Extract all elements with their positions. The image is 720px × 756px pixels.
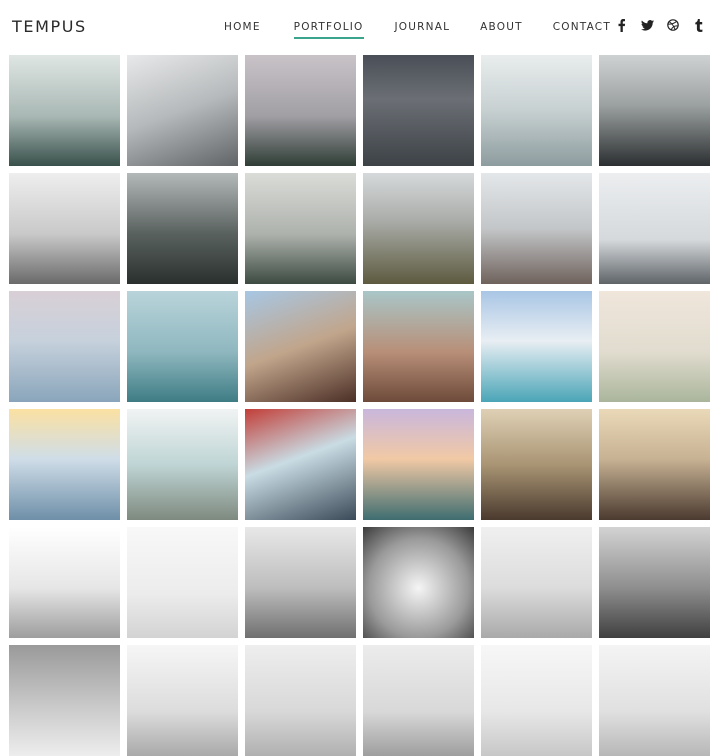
woman-at-sea-photo[interactable]	[9, 291, 120, 402]
frosted-forest-photo[interactable]	[481, 55, 592, 166]
reeds-photo[interactable]	[363, 645, 474, 756]
woman-in-field-photo[interactable]	[363, 291, 474, 402]
woman-reading-map-photo[interactable]	[245, 291, 356, 402]
nav-home[interactable]: HOME	[224, 21, 261, 39]
foggy-treeline-photo[interactable]	[245, 55, 356, 166]
hiker-on-hill-photo[interactable]	[127, 409, 238, 520]
pier-legs-photo[interactable]	[599, 527, 710, 638]
water-poles-photo[interactable]	[245, 527, 356, 638]
swimmer-in-sea-photo[interactable]	[127, 291, 238, 402]
snow-tree-photo[interactable]	[127, 527, 238, 638]
tent-on-moor-photo[interactable]	[363, 173, 474, 284]
tent-view-photo[interactable]	[245, 409, 356, 520]
nav-journal[interactable]: JOURNAL	[395, 21, 451, 39]
woman-with-scarf-photo[interactable]	[599, 409, 710, 520]
bridge-arch-photo[interactable]	[9, 645, 120, 756]
birds-over-snowy-peak-photo[interactable]	[481, 173, 592, 284]
misty-pine-forest-photo[interactable]	[9, 55, 120, 166]
mountain-in-clouds-photo[interactable]	[9, 173, 120, 284]
cloudy-dark-hills-photo[interactable]	[599, 55, 710, 166]
dribbble-icon[interactable]	[666, 18, 680, 32]
main-nav: HOME PORTFOLIO JOURNAL ABOUT CONTACT	[224, 21, 641, 39]
snowy-mountain-valley-photo[interactable]	[127, 55, 238, 166]
woman-by-shore-photo[interactable]	[599, 291, 710, 402]
twitter-icon[interactable]	[640, 18, 654, 32]
tumblr-icon[interactable]	[692, 18, 706, 32]
sunset-beach-photo[interactable]	[9, 409, 120, 520]
lone-tree-photo[interactable]	[9, 527, 120, 638]
site-logo[interactable]: TEMPUS	[12, 17, 87, 36]
foggy-lake-photo[interactable]	[481, 527, 592, 638]
fence-in-snow-photo[interactable]	[599, 645, 710, 756]
grey-horizon-photo[interactable]	[481, 645, 592, 756]
dark-mountain-road-photo[interactable]	[363, 55, 474, 166]
misty-pines-photo[interactable]	[245, 173, 356, 284]
nav-portfolio[interactable]: PORTFOLIO	[293, 21, 364, 39]
social-links	[614, 18, 706, 32]
nav-contact[interactable]: CONTACT	[553, 21, 611, 39]
nav-about[interactable]: ABOUT	[480, 21, 523, 39]
snowy-plain-photo[interactable]	[599, 173, 710, 284]
friends-at-sunset-photo[interactable]	[481, 409, 592, 520]
misty-hills-bw-photo[interactable]	[127, 645, 238, 756]
airplane-wing-photo[interactable]	[481, 291, 592, 402]
chairs-in-water-photo[interactable]	[363, 527, 474, 638]
fog-bank-photo[interactable]	[245, 645, 356, 756]
portfolio-grid	[9, 55, 710, 756]
facebook-icon[interactable]	[614, 18, 628, 32]
site-header: TEMPUS HOME PORTFOLIO JOURNAL ABOUT CONT…	[0, 0, 720, 55]
sunset-rock-photo[interactable]	[363, 409, 474, 520]
foggy-dark-ridge-photo[interactable]	[127, 173, 238, 284]
